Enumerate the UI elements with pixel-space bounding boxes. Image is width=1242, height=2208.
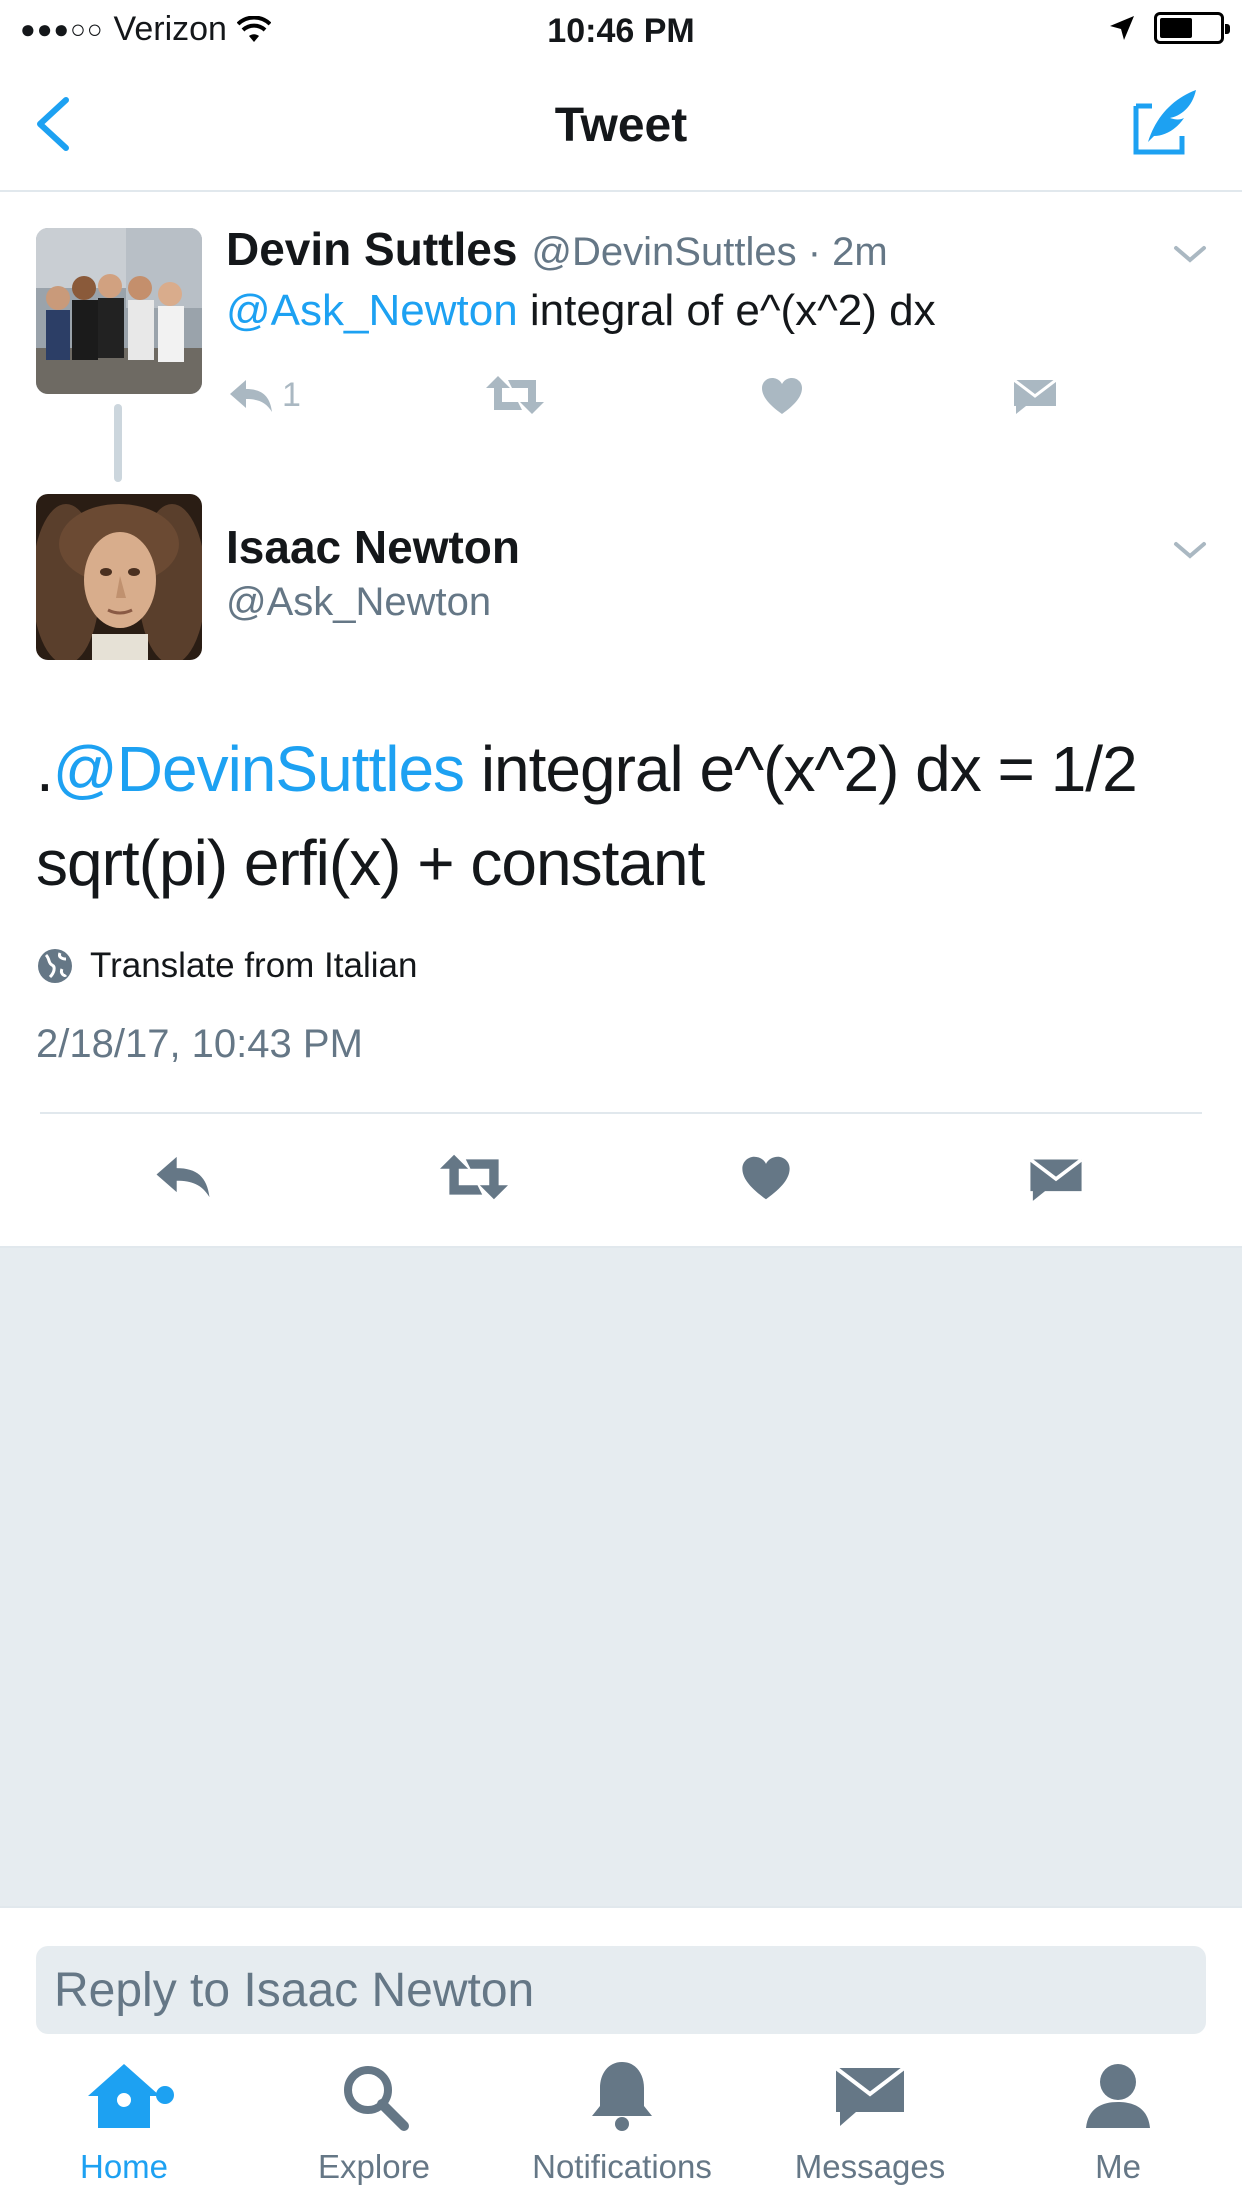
empty-content-area [0, 1246, 1242, 1906]
separator-dot: · [807, 230, 822, 274]
tab-me-label: Me [1095, 2148, 1141, 2185]
parent-tweet-body: integral of e^(x^2) dx [517, 286, 936, 335]
dm-button[interactable] [1028, 1154, 1084, 1209]
retweet-icon [486, 376, 544, 414]
parent-time-ago: 2m [832, 230, 888, 274]
translate-button[interactable]: Translate from Italian [36, 946, 417, 986]
reply-input[interactable] [36, 1946, 1206, 2034]
main-mention-link[interactable]: @DevinSuttles [53, 733, 465, 805]
tab-messages-label: Messages [794, 2148, 946, 2185]
parent-reply-button[interactable]: 1 [228, 376, 301, 415]
envelope-icon [1013, 378, 1057, 414]
retweet-icon [440, 1154, 508, 1200]
main-tweet-avatar[interactable] [36, 494, 202, 660]
reply-icon [156, 1156, 210, 1198]
tab-home[interactable]: Home [4, 2056, 244, 2186]
reply-button[interactable] [154, 1154, 212, 1205]
tab-home-label: Home [79, 2148, 169, 2185]
parent-mention-link[interactable]: @Ask_Newton [226, 286, 518, 335]
parent-like-button[interactable] [760, 376, 804, 416]
parent-tweet-text: @Ask_Newton integral of e^(x^2) dx [226, 286, 936, 336]
retweet-button[interactable] [440, 1154, 508, 1205]
home-notification-dot [156, 2086, 174, 2104]
reply-bar [0, 1906, 1242, 2036]
compose-tweet-icon[interactable] [1130, 86, 1202, 158]
tab-bar: Home Explore Notifications Messages Me [0, 2036, 1242, 2208]
main-chevron-down-icon[interactable] [1172, 538, 1208, 562]
thread-connector-line [114, 404, 122, 482]
search-icon [344, 2066, 409, 2131]
nav-bar: Tweet [0, 62, 1242, 192]
battery-icon [1154, 12, 1230, 44]
parent-author-name[interactable]: Devin Suttles [226, 222, 517, 276]
home-icon [88, 2064, 160, 2128]
page-title: Tweet [554, 99, 688, 152]
tab-me[interactable]: Me [998, 2056, 1238, 2186]
status-time: 10:46 PM [547, 12, 695, 50]
parent-reply-count: 1 [282, 376, 301, 414]
location-arrow-icon [1110, 16, 1134, 40]
tweet-timestamp[interactable]: 2/18/17, 10:43 PM [36, 1022, 363, 1067]
portrait-image [36, 494, 202, 660]
group-photo-image [36, 228, 202, 394]
tab-explore[interactable]: Explore [254, 2056, 494, 2186]
status-right [1108, 12, 1230, 44]
envelope-icon [834, 2066, 906, 2126]
heart-icon [762, 378, 802, 414]
parent-retweet-button[interactable] [486, 376, 544, 414]
main-tweet-actions [0, 1114, 1242, 1244]
person-icon [1086, 2064, 1150, 2128]
parent-tweet-header: Devin Suttles @DevinSuttles · 2m [226, 222, 888, 276]
heart-icon [742, 1156, 790, 1200]
tab-explore-label: Explore [318, 2148, 430, 2185]
tab-notifications[interactable]: Notifications [502, 2056, 742, 2186]
main-tweet-prefix: . [36, 733, 54, 805]
tab-notifications-label: Notifications [532, 2148, 712, 2185]
parent-dm-button[interactable] [1012, 376, 1058, 416]
parent-tweet-avatar[interactable] [36, 228, 202, 394]
main-author-name[interactable]: Isaac Newton [226, 520, 520, 574]
envelope-icon [1029, 1158, 1083, 1201]
main-author-handle[interactable]: @Ask_Newton [226, 580, 491, 625]
main-tweet-text: .@DevinSuttles integral e^(x^2) dx = 1/2… [36, 722, 1216, 910]
globe-icon [38, 949, 72, 983]
parent-chevron-down-icon[interactable] [1172, 242, 1208, 266]
parent-tweet-actions: 1 [226, 376, 1076, 426]
tab-messages[interactable]: Messages [750, 2056, 990, 2186]
like-button[interactable] [740, 1154, 792, 1207]
bell-icon [592, 2062, 652, 2131]
parent-author-handle[interactable]: @DevinSuttles [531, 230, 796, 274]
reply-icon [230, 379, 272, 412]
status-bar: ●●●○○ Verizon 10:46 PM [0, 0, 1242, 62]
translate-label: Translate from Italian [90, 946, 418, 985]
